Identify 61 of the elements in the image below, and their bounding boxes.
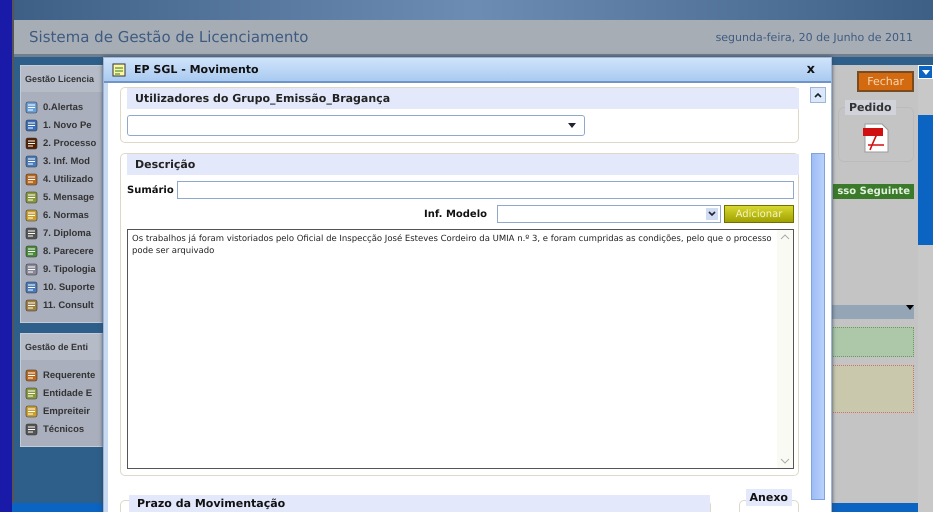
section-title: Prazo da Movimentação [129,495,710,512]
document-icon [25,190,38,204]
document-icon [25,368,38,382]
document-icon [25,208,38,222]
document-icon [25,136,38,150]
menu-item[interactable]: 10. Suporte [21,278,103,296]
panel-title: Gestão de Enti [21,334,103,360]
summary-field[interactable] [176,181,794,199]
menu-item[interactable]: 2. Processo [21,134,103,152]
scroll-up-icon [780,233,790,241]
app-title: Sistema de Gestão de Licenciamento [29,28,308,46]
model-select[interactable] [497,205,721,223]
document-icon [25,100,38,114]
menu-item[interactable]: 11. Consult [21,296,103,314]
model-label: Inf. Modelo [424,208,487,220]
scroll-down-icon [780,457,790,465]
summary-label: Sumário [127,184,174,196]
caret-icon [922,70,930,74]
document-icon [25,386,38,400]
close-button[interactable]: x [798,62,823,77]
menu-item[interactable]: Empreiteir [21,402,103,420]
menu-item[interactable]: Técnicos [21,420,103,438]
menu-item[interactable]: 7. Diploma [21,224,103,242]
menu-item[interactable]: Entidade E [21,384,103,402]
section-title: Descrição [127,154,799,175]
chevron-down-icon [706,208,718,220]
menu-item[interactable]: 0.Alertas [21,98,103,116]
menu-item[interactable]: 1. Novo Pe [21,116,103,134]
users-select[interactable] [127,115,585,136]
menu-item[interactable]: 3. Inf. Mod [21,152,103,170]
document-icon [25,422,38,436]
caret-icon [906,305,914,310]
chevron-up-icon [814,92,822,98]
pdf-icon [862,123,890,153]
menu-item[interactable]: 8. Parecere [21,242,103,260]
dialog-title: EP SGL - Movimento [134,63,260,76]
document-icon [25,154,38,168]
menu-item[interactable]: Requerente [21,366,103,384]
document-icon [25,404,38,418]
form-icon [112,62,126,76]
document-icon [25,262,38,276]
group-legend: Pedido [845,100,896,115]
panel-title: Gestão Licencia [21,66,103,92]
section-title: Anexo [746,489,792,506]
document-icon [25,244,38,258]
document-icon [25,280,38,294]
next-step-button[interactable]: sso Seguinte [833,184,914,199]
menu-item[interactable]: 6. Normas [21,206,103,224]
document-icon [25,226,38,240]
menu-item[interactable]: 4. Utilizado [21,170,103,188]
caret-icon [568,123,576,128]
section-title: Utilizadores do Grupo_Emissão_Bragança [127,88,799,109]
menu-item[interactable]: 9. Tipologia [21,260,103,278]
menu-item[interactable]: 5. Mensage [21,188,103,206]
document-icon [25,298,38,312]
scrollbar-thumb[interactable] [918,115,933,245]
scrollbar-thumb[interactable] [811,153,825,500]
document-icon [25,118,38,132]
document-icon [25,172,38,186]
date-text: segunda-feira, 20 de Junho de 2011 [716,30,913,44]
description-textarea[interactable]: Os trabalhos já foram vistoriados pelo Oficial de Inspecção José Esteves Cordeiro da UMIA n.º 3, e foram cumpridas as condições, pelo que o processo pode ser arquivado [127,229,794,469]
